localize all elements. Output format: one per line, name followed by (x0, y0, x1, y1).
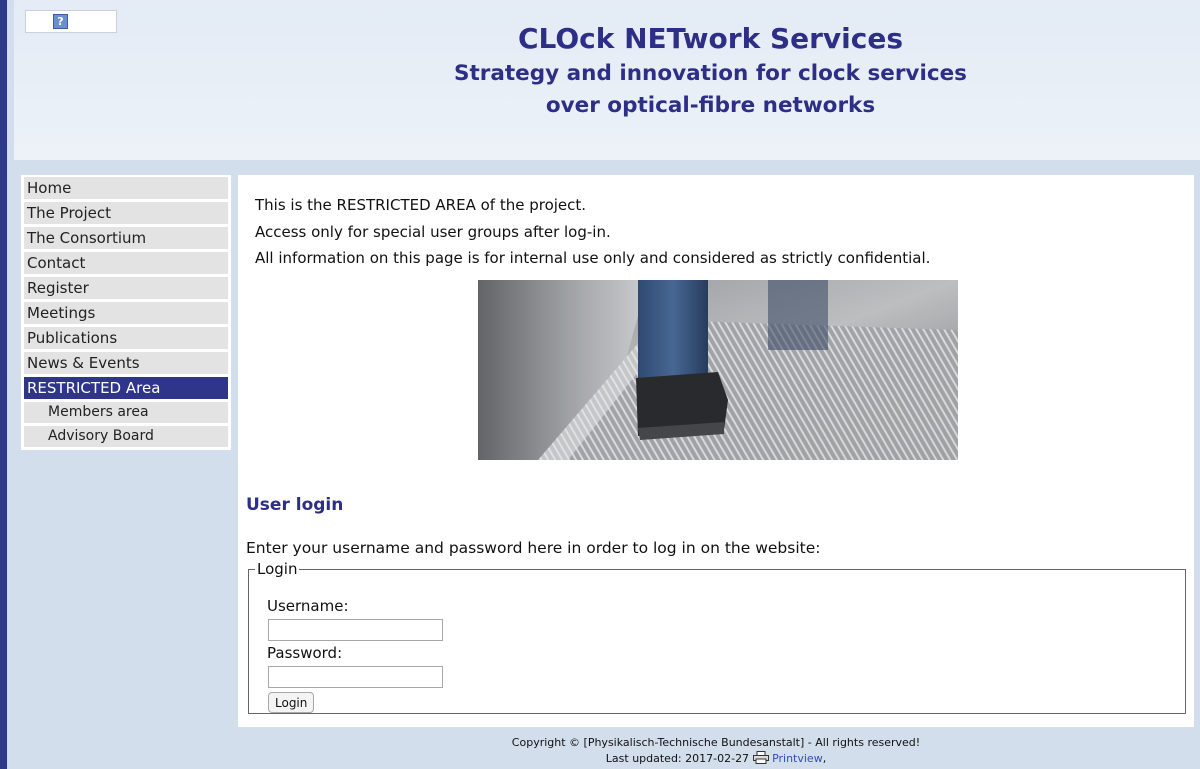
login-legend: Login (257, 560, 298, 578)
intro-line-access: Access only for special user groups afte… (255, 223, 611, 241)
sidebar-item-register[interactable]: Register (24, 277, 228, 299)
intro-line-restricted: This is the RESTRICTED AREA of the proje… (255, 196, 587, 214)
main-content: This is the RESTRICTED AREA of the proje… (238, 175, 1194, 727)
sidebar-subitem-advisory-board[interactable]: Advisory Board (24, 426, 228, 447)
printview-suffix: , (822, 752, 827, 765)
password-label: Password: (267, 644, 343, 662)
printer-icon[interactable] (752, 751, 769, 769)
site-title: CLOck NETwork Services (517, 22, 904, 55)
username-label: Username: (267, 597, 349, 615)
sidebar-item-meetings[interactable]: Meetings (24, 302, 228, 324)
copyright-text: Copyright © [Physikalisch-Technische Bun… (511, 736, 921, 749)
sidebar-item-publications[interactable]: Publications (24, 327, 228, 349)
title-block: CLOck NETwork Services Strategy and inno… (214, 20, 1200, 122)
sidebar-subitem-members-area[interactable]: Members area (24, 402, 228, 423)
site-subtitle-line-2: over optical-fibre networks (545, 93, 876, 118)
page-frame: ? CLOck NETwork Services Strategy and in… (0, 0, 1200, 769)
site-footer: Copyright © [Physikalisch-Technische Bun… (238, 735, 1194, 769)
login-form: Login Username: Password: Login (248, 560, 1186, 714)
username-input[interactable] (268, 619, 443, 641)
intro-line-confidential: All information on this page is for inte… (255, 249, 931, 267)
site-subtitle-line-1: Strategy and innovation for clock servic… (454, 61, 967, 86)
login-instructions: Enter your username and password here in… (246, 539, 821, 557)
user-login-heading: User login (246, 495, 344, 515)
password-input[interactable] (268, 666, 443, 688)
logo-placeholder[interactable]: ? (25, 10, 117, 33)
sidebar-item-the-consortium[interactable]: The Consortium (24, 227, 228, 249)
site-header: ? CLOck NETwork Services Strategy and in… (14, 0, 1200, 160)
login-button[interactable]: Login (268, 692, 315, 713)
last-updated-text: Last updated: 2017-02-27 (605, 752, 750, 765)
escalator-photo-illustration (478, 280, 958, 460)
sidebar-item-restricted-area[interactable]: RESTRICTED Area (24, 377, 228, 399)
broken-image-icon: ? (53, 14, 68, 29)
sidebar-item-home[interactable]: Home (24, 177, 228, 199)
printview-link[interactable]: Printview (772, 752, 823, 765)
escalator-photo (478, 280, 958, 460)
sidebar-item-news-events[interactable]: News & Events (24, 352, 228, 374)
last-updated-line: Last updated: 2017-02-27 Printview, (238, 751, 1194, 769)
sidebar-item-contact[interactable]: Contact (24, 252, 228, 274)
sidebar-item-the-project[interactable]: The Project (24, 202, 228, 224)
sidebar-nav: Home The Project The Consortium Contact … (21, 175, 231, 450)
